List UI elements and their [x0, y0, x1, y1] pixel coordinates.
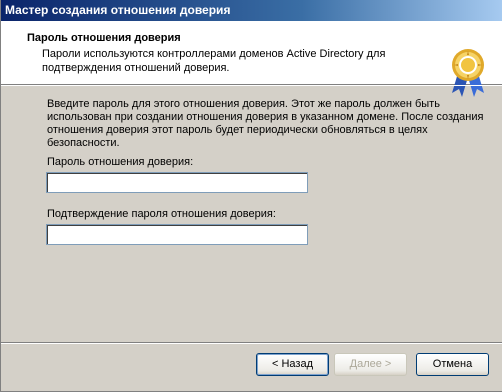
instructions-text: Введите пароль для этого отношения довер… [47, 98, 484, 149]
password-input[interactable] [46, 172, 308, 193]
page-title: Пароль отношения доверия [27, 32, 181, 44]
content-area: Введите пароль для этого отношения довер… [47, 98, 487, 150]
certificate-medal-icon [452, 49, 484, 97]
password-label: Пароль отношения доверия: [47, 156, 194, 168]
header-separator [1, 85, 502, 86]
cancel-button[interactable]: Отмена [416, 353, 489, 376]
button-divider [1, 342, 502, 344]
back-button[interactable]: < Назад [256, 353, 329, 376]
confirm-password-input[interactable] [46, 224, 308, 245]
window-title: Мастер создания отношения доверия [5, 3, 231, 17]
page-subtitle: Пароли используются контроллерами домено… [42, 48, 386, 74]
wizard-window: Мастер создания отношения доверия Пароль… [0, 0, 502, 392]
window-titlebar[interactable]: Мастер создания отношения доверия [1, 0, 502, 21]
wizard-header: Пароль отношения доверия Пароли использу… [1, 21, 502, 97]
confirm-password-label: Подтверждение пароля отношения доверия: [47, 208, 276, 220]
next-button[interactable]: Далее > [334, 353, 407, 376]
